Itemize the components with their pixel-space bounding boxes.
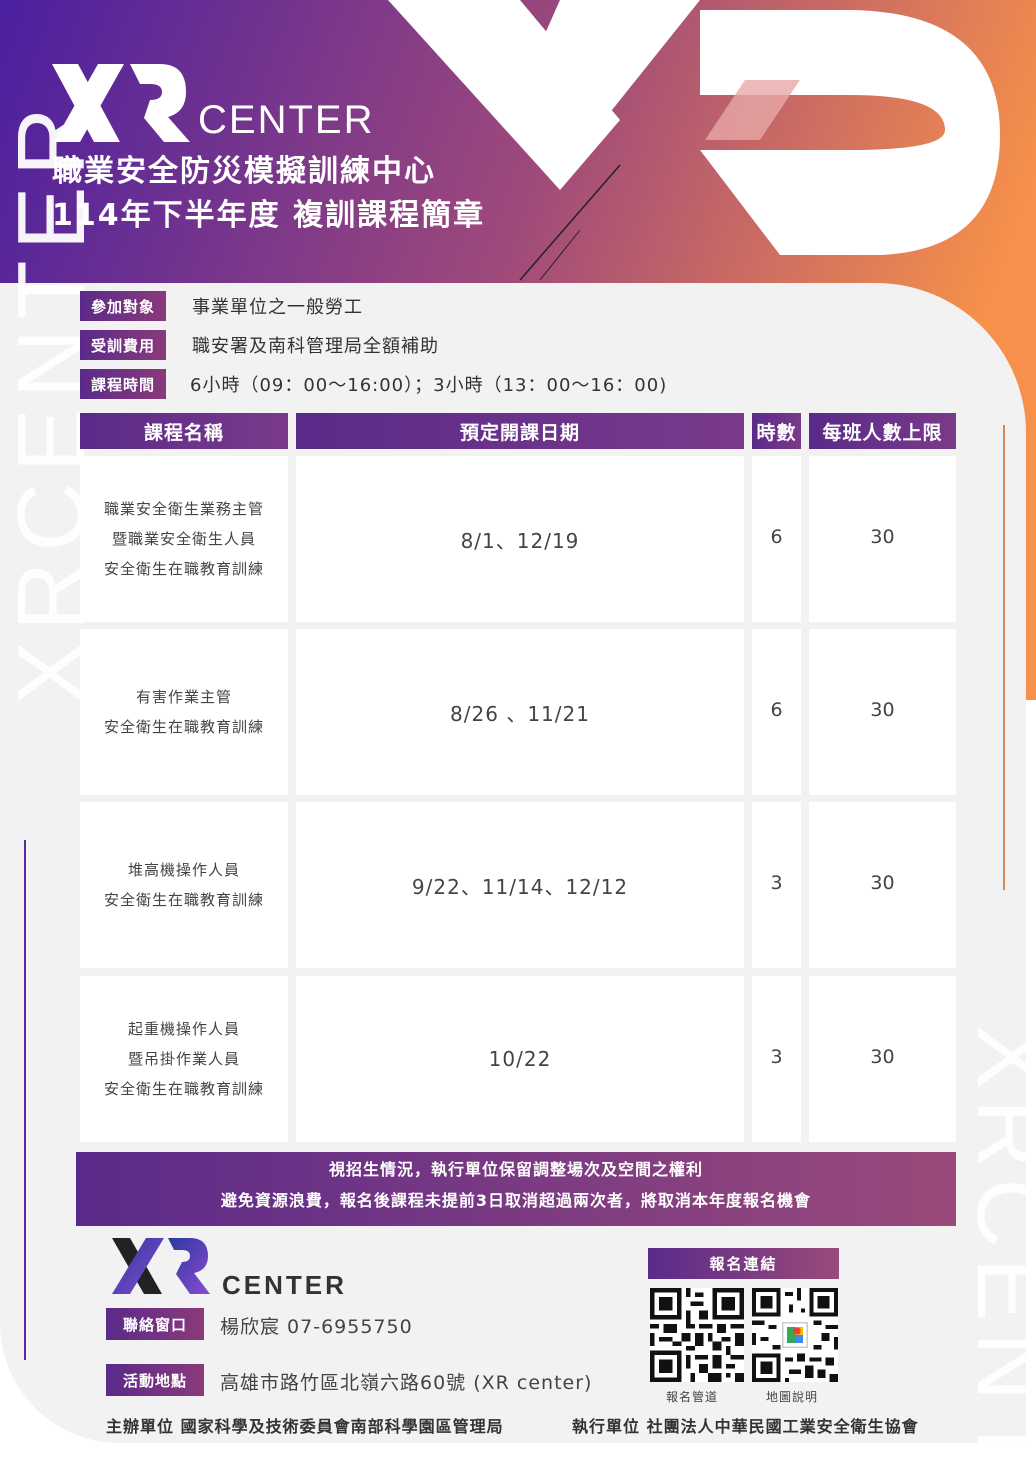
table-header-capacity: 每班人數上限 — [809, 413, 956, 449]
decor-line-left — [24, 840, 26, 1360]
info-label: 參加對象 — [80, 291, 166, 321]
table-row: 堆高機操作人員 安全衛生在職教育訓練 — [80, 802, 288, 968]
table-header-hours: 時數 — [752, 413, 801, 449]
course-hours: 6 — [752, 629, 801, 795]
course-hours-value: 6 — [770, 699, 783, 721]
table-row: 起重機操作人員 暨吊掛作業人員 安全衛生在職教育訓練 — [80, 976, 288, 1142]
course-capacity-value: 30 — [870, 526, 895, 548]
course-name-line: 有害作業主管 — [135, 688, 232, 706]
info-label: 受訓費用 — [80, 330, 166, 360]
notice-line: 視招生情況，執行單位保留調整場次及空間之權利 — [328, 1160, 703, 1179]
map-qr-code-icon[interactable] — [752, 1288, 838, 1382]
course-name-line: 安全衛生在職教育訓練 — [103, 891, 264, 909]
course-hours-value: 3 — [770, 1046, 783, 1068]
course-name-line: 安全衛生在職教育訓練 — [103, 718, 264, 736]
course-hours: 3 — [752, 802, 801, 968]
course-hours-value: 3 — [770, 872, 783, 894]
decor-line-right — [1003, 425, 1005, 890]
center-title: 職業安全防災模擬訓練中心 — [52, 154, 436, 189]
location-value: 高雄市路竹區北嶺六路60號 (XR center) — [220, 1372, 593, 1394]
table-row: 有害作業主管 安全衛生在職教育訓練 — [80, 629, 288, 795]
info-row-time: 課程時間 6小時（09：00～16:00）；3小時（13：00～16：00) — [80, 369, 667, 399]
qr-caption-map: 地圖說明 — [766, 1390, 819, 1404]
course-capacity: 30 — [809, 802, 956, 968]
course-name-line: 暨職業安全衛生人員 — [111, 530, 256, 548]
course-hours: 6 — [752, 456, 801, 622]
course-capacity: 30 — [809, 976, 956, 1142]
course-dates: 10/22 — [296, 976, 744, 1142]
course-hours: 3 — [752, 976, 801, 1142]
table-header-course: 課程名稱 — [80, 413, 288, 449]
info-value: 6小時（09：00～16:00）；3小時（13：00～16：00) — [190, 375, 668, 396]
table-row: 職業安全衛生業務主管 暨職業安全衛生人員 安全衛生在職教育訓練 — [80, 456, 288, 622]
organizer-text: 主辦單位 國家科學及技術委員會南部科學園區管理局 — [106, 1417, 504, 1436]
course-name-line: 安全衛生在職教育訓練 — [103, 560, 264, 578]
location-label: 活動地點 — [106, 1364, 204, 1396]
notice-line: 避免資源浪費，報名後課程未提前3日取消超過兩次者，將取消本年度報名機會 — [220, 1191, 812, 1210]
info-row-fee: 受訓費用 職安署及南科管理局全額補助 — [80, 330, 439, 360]
header-logo-text: CENTER — [198, 98, 375, 142]
register-link-label: 報名連結 — [648, 1248, 839, 1279]
course-name-line: 起重機操作人員 — [127, 1020, 240, 1038]
course-capacity: 30 — [809, 456, 956, 622]
footer-logo-text: CENTER — [222, 1270, 347, 1300]
notice-banner: 視招生情況，執行單位保留調整場次及空間之權利 避免資源浪費，報名後課程未提前3日… — [76, 1152, 956, 1226]
qr-caption-register: 報名管道 — [666, 1390, 719, 1404]
course-dates: 8/26 、11/21 — [296, 629, 744, 795]
contact-value: 楊欣宸 07-6955750 — [220, 1316, 413, 1338]
contact-label: 聯絡窗口 — [106, 1308, 204, 1340]
course-capacity-value: 30 — [870, 872, 895, 894]
info-value: 事業單位之一般勞工 — [192, 297, 363, 318]
course-hours-value: 6 — [770, 526, 783, 548]
course-name-line: 堆高機操作人員 — [127, 861, 240, 879]
table-header-dates: 預定開課日期 — [296, 413, 744, 449]
course-name-line: 暨吊掛作業人員 — [127, 1050, 240, 1068]
course-dates: 8/1、12/19 — [296, 456, 744, 622]
info-label: 課程時間 — [80, 369, 166, 399]
course-name-line: 安全衛生在職教育訓練 — [103, 1080, 264, 1098]
course-dates: 9/22、11/14、12/12 — [296, 802, 744, 968]
course-capacity-value: 30 — [870, 1046, 895, 1068]
course-capacity-value: 30 — [870, 699, 895, 721]
course-capacity: 30 — [809, 629, 956, 795]
info-value: 職安署及南科管理局全額補助 — [192, 336, 439, 357]
brochure-page: CENTER 職業安全防災模擬訓練中心 114年下半年度 複訓課程簡章 XRCE… — [0, 0, 1036, 1458]
registration-qr-code-icon[interactable] — [650, 1288, 744, 1382]
watermark-right: XRCENTER — [957, 1025, 1036, 1458]
brochure-title: 114年下半年度 複訓課程簡章 — [52, 198, 486, 233]
footer-xr-logo-icon — [112, 1238, 210, 1294]
course-name-line: 職業安全衛生業務主管 — [103, 500, 264, 518]
executor-text: 執行單位 社團法人中華民國工業安全衛生協會 — [572, 1417, 919, 1436]
info-row-target: 參加對象 事業單位之一般勞工 — [80, 291, 363, 321]
